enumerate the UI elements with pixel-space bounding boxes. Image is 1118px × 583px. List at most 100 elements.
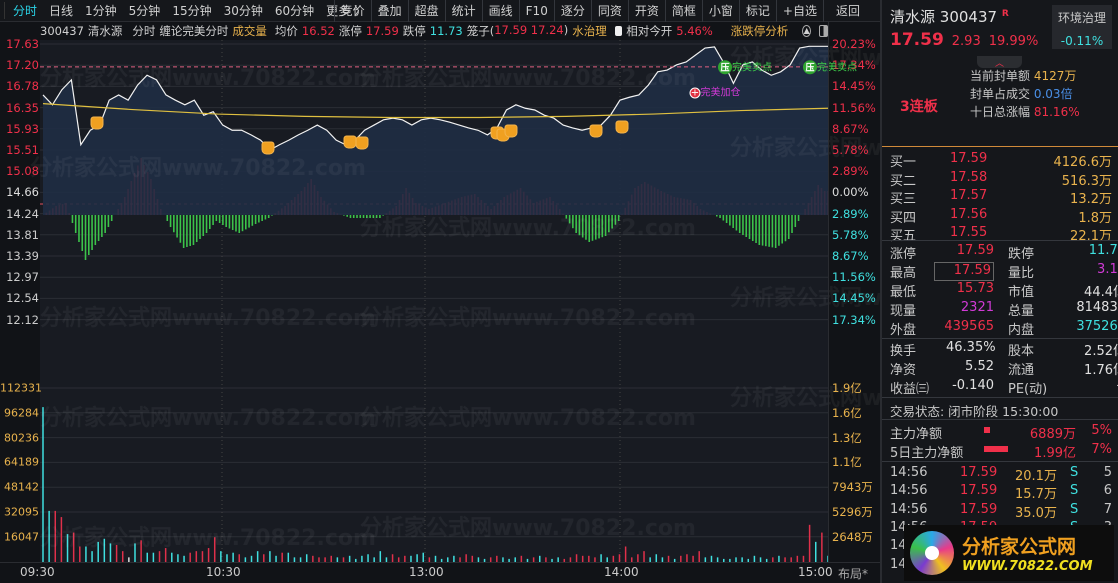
- tick-time: 14:56: [890, 501, 928, 517]
- intraday-chart[interactable]: [40, 40, 829, 562]
- money-bag-icon[interactable]: [589, 124, 603, 138]
- bid-row[interactable]: 买五 17.55 22.1万: [890, 225, 1112, 244]
- flow-pct: 7%: [1091, 442, 1112, 457]
- price-axis-label: 17.63: [6, 37, 39, 51]
- pct-axis-label: 2.89%: [832, 164, 869, 179]
- toolbar-button[interactable]: 叠加: [370, 0, 408, 22]
- amount-axis-label: 5296万: [832, 505, 873, 519]
- toolbar-button[interactable]: 统计: [444, 0, 482, 22]
- divider: [882, 461, 1118, 462]
- time-label: 10:30: [206, 565, 241, 579]
- amount-axis-label: 1.6亿: [832, 405, 862, 420]
- price-axis-label: 17.20: [6, 58, 39, 73]
- chart-mode[interactable]: 分时: [132, 23, 155, 39]
- bid-row[interactable]: 买四 17.56 1.8万: [890, 207, 1112, 226]
- volume-axis-label: 112331: [0, 381, 42, 395]
- amount-axis-label: 7943万: [832, 480, 873, 495]
- money-bag-icon[interactable]: [615, 120, 629, 134]
- stat-value: 375267: [1076, 319, 1118, 334]
- toolbar-button[interactable]: 逐分: [553, 0, 591, 22]
- toolbar-button[interactable]: 画线: [481, 0, 519, 22]
- limit-analysis-button[interactable]: 涨跌停分析: [731, 23, 789, 39]
- bid-row[interactable]: 买二 17.58 516.3万: [890, 170, 1112, 189]
- bid-price: 17.56: [950, 206, 988, 222]
- tick-count: 5: [1103, 465, 1112, 480]
- money-bag-icon[interactable]: [90, 116, 104, 130]
- quote-panel: 清水源 300437 R 环境治理 -0.11% 17.59 2.93 19.9…: [880, 0, 1118, 583]
- sell-point-label: 完美卖点: [732, 62, 772, 74]
- period-tab[interactable]: 1分钟: [79, 2, 123, 19]
- price-axis-label: 13.39: [6, 249, 39, 263]
- price-axis-label: 15.08: [6, 164, 39, 179]
- camera-icon[interactable]: [614, 26, 623, 36]
- price-axis-label: 13.81: [6, 227, 39, 242]
- limit-up-value: 17.59: [365, 24, 399, 38]
- toolbar-button[interactable]: 小窗: [701, 0, 739, 22]
- bid-row[interactable]: 买三 17.57 13.2万: [890, 188, 1112, 207]
- indicator-name[interactable]: 缠论完美分时: [159, 23, 228, 39]
- chart-info-bar: 300437 清水源 分时 缠论完美分时 成交量 均价 16.52 涨停 17.59…: [40, 22, 828, 40]
- sector-badge[interactable]: 环境治理 -0.11%: [1052, 5, 1112, 49]
- toolbar-button[interactable]: +自选: [775, 0, 823, 22]
- chart-canvas[interactable]: [40, 40, 829, 562]
- bid-volume: 516.3万: [1061, 173, 1112, 189]
- toolbar-button[interactable]: 开资: [627, 0, 665, 22]
- bid-volume: 22.1万: [1070, 229, 1112, 244]
- period-tab[interactable]: 30分钟: [218, 2, 269, 19]
- toolbar-button[interactable]: 返回: [822, 0, 872, 22]
- pct-axis-label: 14.45%: [832, 291, 876, 306]
- bid-label: 买一: [890, 155, 917, 170]
- capital-flow-row[interactable]: 5日主力净额 1.99亿 7%: [890, 442, 1112, 461]
- price-axis-label: 12.12: [6, 312, 39, 327]
- stat-row: 收益㈢ -0.140 PE(动) --: [890, 378, 1118, 397]
- period-tab[interactable]: 日线: [43, 2, 79, 19]
- stat-label: 股本: [1008, 344, 1035, 359]
- toolbar-button[interactable]: F10: [518, 0, 554, 22]
- period-tab[interactable]: 15分钟: [166, 2, 217, 19]
- sell-point-marker[interactable]: 压完美卖点: [718, 58, 772, 74]
- stat-label: 现量: [890, 304, 917, 319]
- capital-flow-row[interactable]: 主力净额 6889万 5%: [890, 423, 1112, 442]
- bid-row[interactable]: 买一 17.59 4126.6万: [890, 151, 1112, 170]
- price-row: 17.59 2.93 19.99%: [890, 30, 1038, 50]
- pct-axis-label: 20.23%: [832, 37, 876, 51]
- pct-axis-label: 11.56%: [832, 270, 876, 285]
- money-bag-icon[interactable]: [355, 136, 369, 150]
- divider: [828, 22, 829, 583]
- tick-price: 17.59: [960, 465, 998, 480]
- seal-ratio-label: 封单占成交: [970, 87, 1031, 101]
- scroll-up-icon[interactable]: ▲: [802, 25, 812, 37]
- limit-up-label: 涨停: [338, 24, 362, 38]
- period-tab[interactable]: 60分钟: [269, 2, 320, 19]
- toolbar-button[interactable]: 标记: [738, 0, 776, 22]
- time-label: 13:00: [409, 565, 444, 579]
- panel-toggle-icon[interactable]: [819, 25, 828, 37]
- period-tab[interactable]: 分时: [4, 2, 43, 19]
- toolbar-button[interactable]: 竞价: [333, 0, 371, 22]
- toolbar-button[interactable]: 简框: [664, 0, 702, 22]
- site-logo: 分析家公式网 WWW.70822.COM: [904, 525, 1114, 581]
- sector-label[interactable]: 水治理: [572, 23, 607, 39]
- tick-row: 14:56 17.59 15.7万 S 6: [890, 483, 1112, 502]
- pct-axis-label: 14.45%: [832, 79, 876, 94]
- volume-label[interactable]: 成交量: [232, 23, 267, 39]
- price-axis-label: 14.66: [6, 185, 39, 200]
- last-price: 17.59: [890, 30, 944, 50]
- seal-amount-value: 4127万: [1033, 69, 1077, 83]
- money-bag-icon[interactable]: [261, 141, 275, 155]
- toolbar-actions: 竞价 叠加 超盘 统计 画线 F10 逐分 同资 开资 简框 小窗 标记 +自选 返回: [333, 0, 872, 22]
- amount-axis-label: 1.9亿: [832, 381, 862, 395]
- stat-label: 外盘: [890, 323, 917, 338]
- add-position-marker[interactable]: +完美加仓: [689, 84, 741, 99]
- toolbar-button[interactable]: 超盘: [407, 0, 445, 22]
- stat-value: 2.52亿: [1084, 344, 1118, 359]
- sell-point-marker[interactable]: 压完美卖点: [803, 58, 857, 74]
- stat-row: 最高 17.59 量比 3.18: [890, 262, 1118, 281]
- divider: [882, 146, 1118, 147]
- layout-button[interactable]: 布局*: [838, 565, 868, 582]
- stat-value: 17.59: [934, 262, 994, 281]
- toolbar-button[interactable]: 同资: [590, 0, 628, 22]
- period-tab[interactable]: 5分钟: [123, 2, 167, 19]
- stat-row: 最低 15.73 市值 44.4亿: [890, 281, 1118, 300]
- money-bag-icon[interactable]: [504, 124, 518, 138]
